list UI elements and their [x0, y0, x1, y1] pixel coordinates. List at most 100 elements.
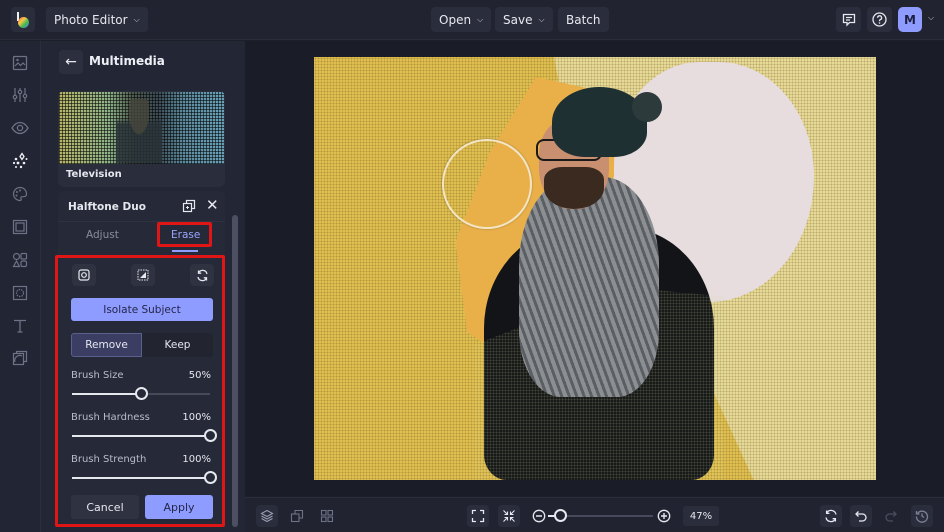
arrow-left-icon: ←: [65, 54, 77, 70]
panel-scrollbar[interactable]: [232, 215, 238, 527]
batch-button[interactable]: Batch: [558, 7, 609, 32]
duplicate-button[interactable]: [182, 199, 196, 213]
eye-icon: [11, 121, 29, 135]
nav-text[interactable]: [10, 316, 30, 336]
chevron-down-icon: ⌵: [477, 14, 484, 24]
brush-strength-slider[interactable]: [72, 471, 217, 484]
isolate-subject-button[interactable]: Isolate Subject: [71, 298, 213, 321]
active-tab-indicator: [172, 250, 198, 252]
brush-hardness-value[interactable]: 100%: [171, 412, 211, 423]
compare-icon: [290, 509, 304, 523]
brush-strength-value[interactable]: 100%: [171, 454, 211, 465]
nav-adjust[interactable]: [10, 85, 30, 105]
reset-button[interactable]: [820, 505, 842, 527]
save-button[interactable]: Save ⌵: [495, 7, 553, 32]
fit-to-screen-button[interactable]: [467, 505, 489, 527]
chevron-down-icon: ⌵: [538, 14, 545, 24]
effect-tabs: Adjust Erase: [58, 221, 225, 252]
open-button[interactable]: Open ⌵: [431, 7, 492, 32]
brush-size-value[interactable]: 50%: [171, 370, 211, 381]
photo-canvas[interactable]: [314, 57, 876, 480]
nav-frames[interactable]: [10, 217, 30, 237]
app-menu-button[interactable]: Photo Editor ⌵: [46, 7, 148, 32]
actual-size-button[interactable]: [498, 505, 520, 527]
zoom-slider-handle[interactable]: [554, 509, 568, 522]
reset-mask-button[interactable]: [190, 264, 214, 286]
invert-mask-icon: [137, 269, 149, 281]
feedback-button[interactable]: [836, 7, 861, 32]
effect-thumbnail-label: Television: [66, 169, 122, 180]
brush-size-handle[interactable]: [135, 387, 148, 400]
invert-mask-button[interactable]: [131, 264, 155, 286]
help-button[interactable]: [867, 7, 892, 32]
subject-scarf: [519, 177, 659, 397]
zoom-in-button[interactable]: [653, 505, 675, 527]
zoom-slider[interactable]: [548, 509, 653, 522]
nav-effects[interactable]: [10, 151, 30, 171]
tab-erase[interactable]: Erase: [171, 229, 200, 241]
minus-circle-icon: [532, 509, 546, 523]
nav-image[interactable]: [10, 53, 30, 73]
brush-hardness-fill: [72, 435, 210, 437]
history-button[interactable]: [911, 505, 933, 527]
sliders-icon: [12, 88, 28, 102]
apply-button[interactable]: Apply: [145, 495, 213, 519]
plus-circle-icon: [657, 509, 671, 523]
app-menu-label: Photo Editor: [54, 12, 128, 27]
zoom-level[interactable]: 47%: [683, 506, 719, 526]
subject-beard: [544, 167, 604, 209]
redo-button[interactable]: [880, 505, 902, 527]
app-logo[interactable]: [11, 7, 35, 32]
back-button[interactable]: ←: [59, 50, 83, 74]
shrink-icon: [503, 510, 515, 522]
brush-hardness-label: Brush Hardness: [71, 412, 150, 423]
brush-cursor: [442, 139, 532, 229]
brush-hardness-slider[interactable]: [72, 429, 217, 442]
duplicate-icon: [182, 199, 196, 213]
brush-size-label: Brush Size: [71, 370, 124, 381]
sparkles-icon: [12, 152, 28, 169]
cancel-button[interactable]: Cancel: [71, 495, 139, 519]
feedback-icon: [842, 13, 855, 27]
image-icon: [12, 55, 28, 71]
account-chevron-down-icon[interactable]: ⌵: [928, 13, 934, 23]
brush-hardness-handle[interactable]: [204, 429, 217, 442]
keep-mode-button[interactable]: Keep: [142, 333, 213, 357]
brush-tool-button[interactable]: [72, 264, 96, 286]
nav-overlays[interactable]: [10, 283, 30, 303]
chevron-down-icon: ⌵: [133, 14, 140, 24]
effect-title: Halftone Duo: [68, 201, 146, 213]
brush-size-fill: [72, 393, 141, 395]
history-icon: [915, 510, 929, 523]
panel-title: Multimedia: [89, 54, 165, 68]
effect-settings-card: Halftone Duo ✕ Adjust Erase: [58, 191, 225, 524]
shapes-icon: [12, 252, 28, 268]
effect-thumbnail-card[interactable]: Television: [58, 91, 225, 187]
thumbnail-subject: [116, 99, 162, 163]
brush-square-icon: [78, 269, 90, 281]
tab-adjust[interactable]: Adjust: [86, 229, 119, 241]
text-icon: [14, 319, 26, 333]
batch-label: Batch: [566, 12, 601, 27]
undo-button[interactable]: [850, 505, 872, 527]
top-bar: Photo Editor ⌵ Open ⌵ Save ⌵ Batch M ⌵: [0, 0, 944, 40]
remove-mode-button[interactable]: Remove: [71, 333, 142, 357]
nav-graphics[interactable]: [10, 250, 30, 270]
redo-icon: [885, 511, 897, 522]
expand-icon: [471, 509, 485, 523]
layers-button[interactable]: [256, 505, 278, 527]
brush-strength-handle[interactable]: [204, 471, 217, 484]
compare-button[interactable]: [286, 505, 308, 527]
brush-size-slider[interactable]: [72, 387, 210, 400]
user-avatar[interactable]: M: [898, 7, 922, 32]
nav-touch-up[interactable]: [10, 118, 30, 138]
layers-photo-icon: [12, 350, 28, 366]
nav-background[interactable]: [10, 348, 30, 368]
grid-button[interactable]: [316, 505, 338, 527]
subject-beanie-pompom: [632, 92, 662, 122]
zoom-out-button[interactable]: [528, 505, 550, 527]
subject-beanie: [552, 87, 647, 157]
nav-artsy[interactable]: [10, 184, 30, 204]
refresh-icon: [196, 269, 208, 281]
close-icon[interactable]: ✕: [206, 197, 219, 213]
